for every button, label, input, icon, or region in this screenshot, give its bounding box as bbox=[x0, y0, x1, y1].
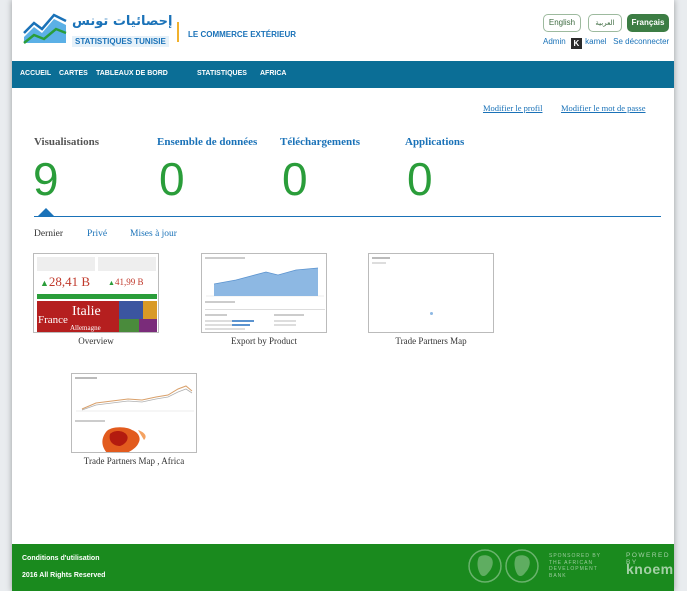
username-link[interactable]: kamel bbox=[585, 37, 606, 46]
thumb-text-line bbox=[274, 314, 304, 316]
thumb-divider bbox=[205, 309, 325, 310]
logo-french-text: STATISTIQUES TUNISIE bbox=[72, 36, 169, 47]
thumb-text-line bbox=[372, 262, 386, 264]
terms-link[interactable]: Conditions d'utilisation bbox=[22, 555, 100, 562]
sponsor-text: SPONSORED BY THE AFRICAN DEVELOPMENT BAN… bbox=[549, 553, 602, 579]
thumbnail-export-by-product-title[interactable]: Export by Product bbox=[201, 336, 327, 346]
copyright-text: 2016 All Rights Reserved bbox=[22, 572, 106, 579]
thumb-line-chart bbox=[76, 385, 194, 412]
stat-downloads-label[interactable]: Téléchargements bbox=[280, 136, 360, 148]
thumb-big-value: ▲28,41 B bbox=[40, 274, 91, 289]
thumb-text-line bbox=[232, 320, 254, 322]
thumb-text-line bbox=[274, 324, 296, 326]
tab-updates[interactable]: Mises à jour bbox=[130, 229, 177, 239]
thumb-text-line bbox=[274, 320, 296, 322]
thumbnail-overview[interactable]: ▲28,41 B ▲41,99 B France Italie Allemagn… bbox=[33, 253, 159, 333]
thumb-word: Allemagne bbox=[70, 324, 101, 332]
nav-statistiques[interactable]: STATISTIQUES bbox=[197, 70, 247, 77]
admin-link[interactable]: Admin bbox=[543, 37, 566, 46]
thumb-word: France bbox=[38, 314, 68, 326]
thumb-small-value: ▲41,99 B bbox=[108, 277, 144, 287]
stat-visualisations-value[interactable]: 9 bbox=[33, 154, 59, 204]
afdb-globe-icon bbox=[505, 549, 539, 583]
thumb-title-line bbox=[75, 377, 97, 379]
thumbnail-export-by-product[interactable] bbox=[201, 253, 327, 333]
module-title: LE COMMERCE EXTÉRIEUR bbox=[188, 30, 297, 39]
stat-applications-value[interactable]: 0 bbox=[407, 154, 433, 204]
thumb-text-line bbox=[232, 324, 250, 326]
stat-downloads-value[interactable]: 0 bbox=[282, 154, 308, 204]
site-header: إحصائيات تونس STATISTIQUES TUNISIE LE CO… bbox=[12, 0, 674, 58]
thumb-treemap-cell bbox=[119, 319, 139, 332]
knoema-logo[interactable]: knoema bbox=[626, 561, 674, 577]
thumb-text-line bbox=[75, 420, 105, 422]
up-arrow-icon: ▲ bbox=[40, 278, 49, 288]
lang-english-button[interactable]: English bbox=[543, 14, 581, 32]
africa-globe-icon bbox=[468, 549, 502, 583]
user-bar: Admin K kamel Se déconnecter bbox=[543, 37, 669, 49]
nav-tableaux-de-bord[interactable]: TABLEAUX DE BORD bbox=[96, 70, 168, 77]
tab-latest[interactable]: Dernier bbox=[34, 229, 63, 239]
active-stat-indicator bbox=[38, 208, 54, 216]
stat-visualisations-label[interactable]: Visualisations bbox=[34, 136, 99, 148]
thumb-title-line bbox=[372, 257, 390, 259]
lang-french-button[interactable]: Français bbox=[627, 14, 669, 32]
thumb-word: Italie bbox=[72, 304, 101, 319]
change-password-link[interactable]: Modifier le mot de passe bbox=[561, 103, 646, 113]
thumbnail-trade-partners-map-africa[interactable] bbox=[71, 373, 197, 453]
thumb-text-line bbox=[205, 301, 235, 303]
nav-africa[interactable]: AFRICA bbox=[260, 70, 286, 77]
thumb-treemap-cell bbox=[139, 319, 157, 332]
thumb-header-block bbox=[37, 257, 95, 271]
thumb-text-line bbox=[205, 314, 227, 316]
thumbnail-trade-partners-map[interactable] bbox=[368, 253, 494, 333]
thumb-title-line bbox=[205, 257, 245, 259]
stat-datasets-label[interactable]: Ensemble de données bbox=[157, 136, 257, 148]
nav-accueil[interactable]: ACCUEIL bbox=[20, 70, 51, 77]
thumbnail-trade-partners-map-africa-title[interactable]: Trade Partners Map , Africa bbox=[71, 456, 197, 466]
thumb-africa-map bbox=[102, 427, 146, 452]
statistics-tunisia-logo-icon[interactable] bbox=[22, 13, 68, 47]
tab-private[interactable]: Privé bbox=[87, 229, 107, 239]
lang-arabic-button[interactable]: العربية bbox=[588, 14, 622, 32]
thumb-header-block bbox=[98, 257, 156, 271]
site-footer: Conditions d'utilisation 2016 All Rights… bbox=[12, 544, 674, 591]
thumb-bar bbox=[37, 294, 157, 299]
logout-link[interactable]: Se déconnecter bbox=[613, 37, 669, 46]
stat-datasets-value[interactable]: 0 bbox=[159, 154, 185, 204]
thumbnail-overview-title[interactable]: Overview bbox=[33, 336, 159, 346]
thumb-treemap-cell bbox=[143, 301, 157, 319]
up-arrow-icon: ▲ bbox=[108, 279, 115, 287]
loading-dot-icon bbox=[430, 312, 433, 315]
edit-profile-link[interactable]: Modifier le profil bbox=[483, 103, 542, 113]
logo-divider bbox=[177, 22, 179, 42]
thumb-area-chart bbox=[206, 267, 324, 297]
logo-arabic-text: إحصائيات تونس bbox=[72, 14, 173, 29]
stat-applications-label[interactable]: Applications bbox=[405, 136, 464, 148]
thumb-treemap-cell bbox=[119, 301, 143, 319]
page-frame: إحصائيات تونس STATISTIQUES TUNISIE LE CO… bbox=[12, 0, 674, 591]
user-avatar-icon[interactable]: K bbox=[570, 38, 582, 49]
thumb-text-line bbox=[205, 328, 245, 330]
stats-divider bbox=[34, 216, 661, 217]
main-nav: ACCUEIL CARTES TABLEAUX DE BORD STATISTI… bbox=[12, 61, 674, 88]
nav-cartes[interactable]: CARTES bbox=[59, 70, 88, 77]
thumbnail-trade-partners-map-title[interactable]: Trade Partners Map bbox=[368, 336, 494, 346]
